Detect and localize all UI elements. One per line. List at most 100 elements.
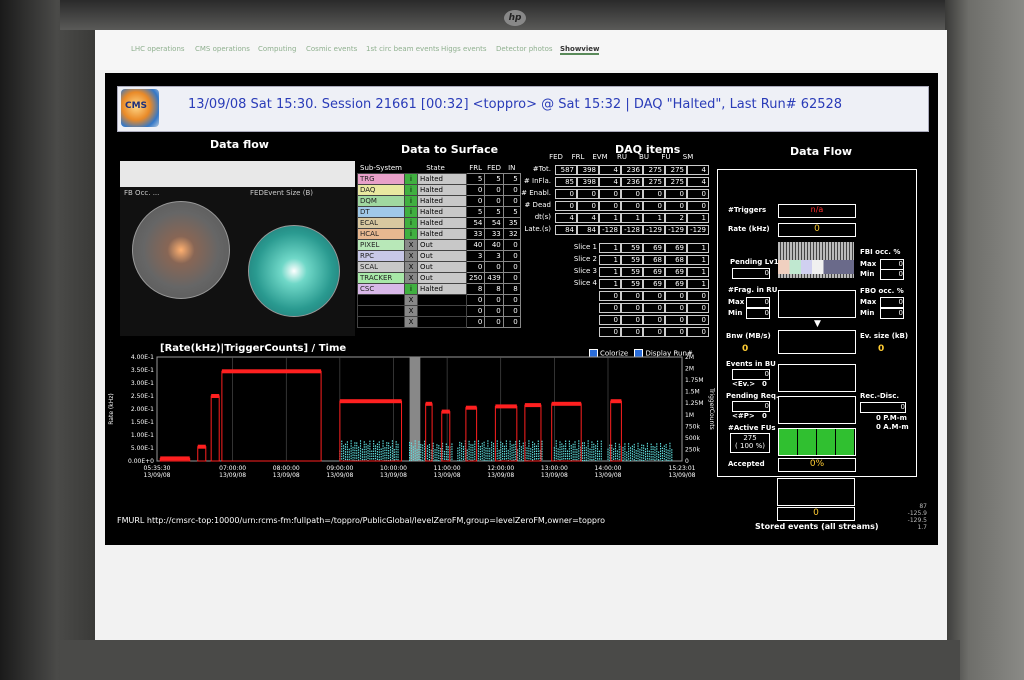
events-bu-value: 0: [732, 369, 770, 380]
surface-fed: 40: [484, 239, 504, 251]
daq-cell: 0: [577, 189, 599, 199]
x-tick-time: 09:00:00: [326, 465, 353, 472]
storage-block: [777, 478, 855, 506]
surface-fed: 54: [484, 217, 504, 229]
pending-lv1-label: Pending Lv1: [730, 258, 779, 266]
y-tick-label: 3.00E-1: [131, 380, 154, 387]
daq-cell: 4: [555, 213, 577, 223]
daq-cell: 1: [643, 213, 665, 223]
slice-cell: 0: [687, 315, 709, 325]
surface-ind: i: [404, 173, 418, 185]
frag-min-value: 0: [746, 308, 770, 319]
data-flow-left-title: Data flow: [210, 138, 269, 151]
surface-fed: 0: [484, 305, 504, 317]
surface-ind: i: [404, 217, 418, 229]
x-tick-date: 13/09/08: [434, 472, 461, 479]
nav-tab-active[interactable]: Showview: [560, 45, 600, 55]
triggers-label: #Triggers: [728, 206, 767, 214]
surface-state: Halted: [417, 184, 467, 196]
slice-label: Slice 3: [573, 267, 597, 275]
surface-fed: 8: [484, 283, 504, 295]
fbi-min-label: Min: [860, 270, 875, 278]
nav-tab[interactable]: Detector photos: [496, 45, 553, 53]
frag-min-label: Min: [728, 309, 743, 317]
daq-cell: 398: [577, 165, 599, 175]
surface-name: CSC: [357, 283, 405, 295]
daq-cell: 236: [621, 177, 643, 187]
flow-arrow-icon: ▼: [814, 319, 821, 329]
daq-col-header: SM: [682, 153, 694, 161]
pending-req-value: 0: [732, 401, 770, 412]
surface-in: 0: [502, 261, 521, 273]
daq-cell: 275: [665, 165, 687, 175]
surface-ind: X: [404, 272, 418, 284]
plot-header-strip: [120, 161, 355, 187]
surface-frl: 3: [465, 250, 486, 262]
triggers-value: n/a: [778, 204, 856, 218]
nav-tab[interactable]: LHC operations: [131, 45, 185, 53]
surface-name: TRACKER: [357, 272, 405, 284]
plot2-label: FEDEvent Size (B): [250, 189, 313, 197]
monitor-screen: LHC operations CMS operations Computing …: [95, 30, 947, 640]
daq-cell: 0: [599, 189, 621, 199]
surface-frl: 0: [465, 294, 486, 306]
surface-state: Halted: [417, 173, 467, 185]
ru-block: [778, 290, 856, 318]
nav-tab[interactable]: Computing: [258, 45, 296, 53]
x-tick-date: 13/09/08: [487, 472, 514, 479]
active-fus-box: 275 ( 100 %): [730, 433, 770, 453]
surface-in: 0: [502, 250, 521, 262]
surface-in: 0: [502, 272, 521, 284]
surface-state: Out: [417, 261, 467, 273]
surface-name: TRG: [357, 173, 405, 185]
rec-disc-label: Rec.-Disc.: [860, 392, 900, 400]
surface-row: X000: [357, 316, 521, 328]
fbo-occ-label: FBO occ. %: [860, 287, 904, 295]
pending-req-label: Pending Req.: [726, 392, 779, 400]
rate-band: [339, 399, 402, 404]
nav-tab[interactable]: Cosmic events: [306, 45, 357, 53]
slice-cell: 0: [621, 327, 643, 337]
slice-cell: 59: [621, 255, 643, 265]
slice-cell: 68: [665, 255, 687, 265]
x-tick-date: 13/09/08: [326, 472, 353, 479]
x-tick-date: 13/09/08: [669, 472, 696, 479]
daq-cell: 85: [555, 177, 577, 187]
surface-state: Out: [417, 239, 467, 251]
x-tick-date: 13/09/08: [541, 472, 568, 479]
rate-band: [425, 401, 433, 406]
surface-ind: i: [404, 195, 418, 207]
slice-label: Slice 1: [573, 243, 597, 251]
bnw-value: 0: [742, 344, 749, 354]
nav-tab[interactable]: 1st circ beam events: [366, 45, 439, 53]
slice-cell: 0: [643, 291, 665, 301]
surface-row: DT i Halted 5 5 5: [357, 206, 521, 218]
surface-fed: 3: [484, 250, 504, 262]
y2-axis-label: TriggerCounts: [708, 387, 715, 430]
daq-cell: -128: [599, 225, 621, 235]
daq-row-label: # Dead: [524, 201, 551, 209]
y-tick-label: 3.50E-1: [131, 367, 154, 374]
y2-tick-label: 0: [685, 458, 689, 465]
surface-frl: 0: [465, 261, 486, 273]
monitor-bezel-left: [0, 0, 95, 680]
x-tick-date: 13/09/08: [273, 472, 300, 479]
y2-tick-label: 1.75M: [685, 377, 704, 384]
daq-cell: 2: [665, 213, 687, 223]
daq-cell: 236: [621, 165, 643, 175]
slice-cell: 0: [621, 315, 643, 325]
nav-tab[interactable]: CMS operations: [195, 45, 250, 53]
slice-cell: 1: [687, 279, 709, 289]
surface-in: 0: [502, 294, 521, 306]
nav-tab[interactable]: Higgs events: [441, 45, 487, 53]
daq-cell: 398: [577, 177, 599, 187]
surface-frl: 5: [465, 206, 486, 218]
slice-cell: 1: [687, 267, 709, 277]
fbo-max-label: Max: [860, 298, 877, 306]
y2-tick-label: 1M: [685, 412, 694, 419]
rate-band: [610, 399, 622, 404]
active-fus-pct: ( 100 %): [735, 442, 765, 450]
data-flow-right-title: Data Flow: [790, 145, 853, 158]
surface-row: HCAL i Halted 33 33 32: [357, 228, 521, 240]
cms-logo: CMS: [121, 89, 159, 127]
